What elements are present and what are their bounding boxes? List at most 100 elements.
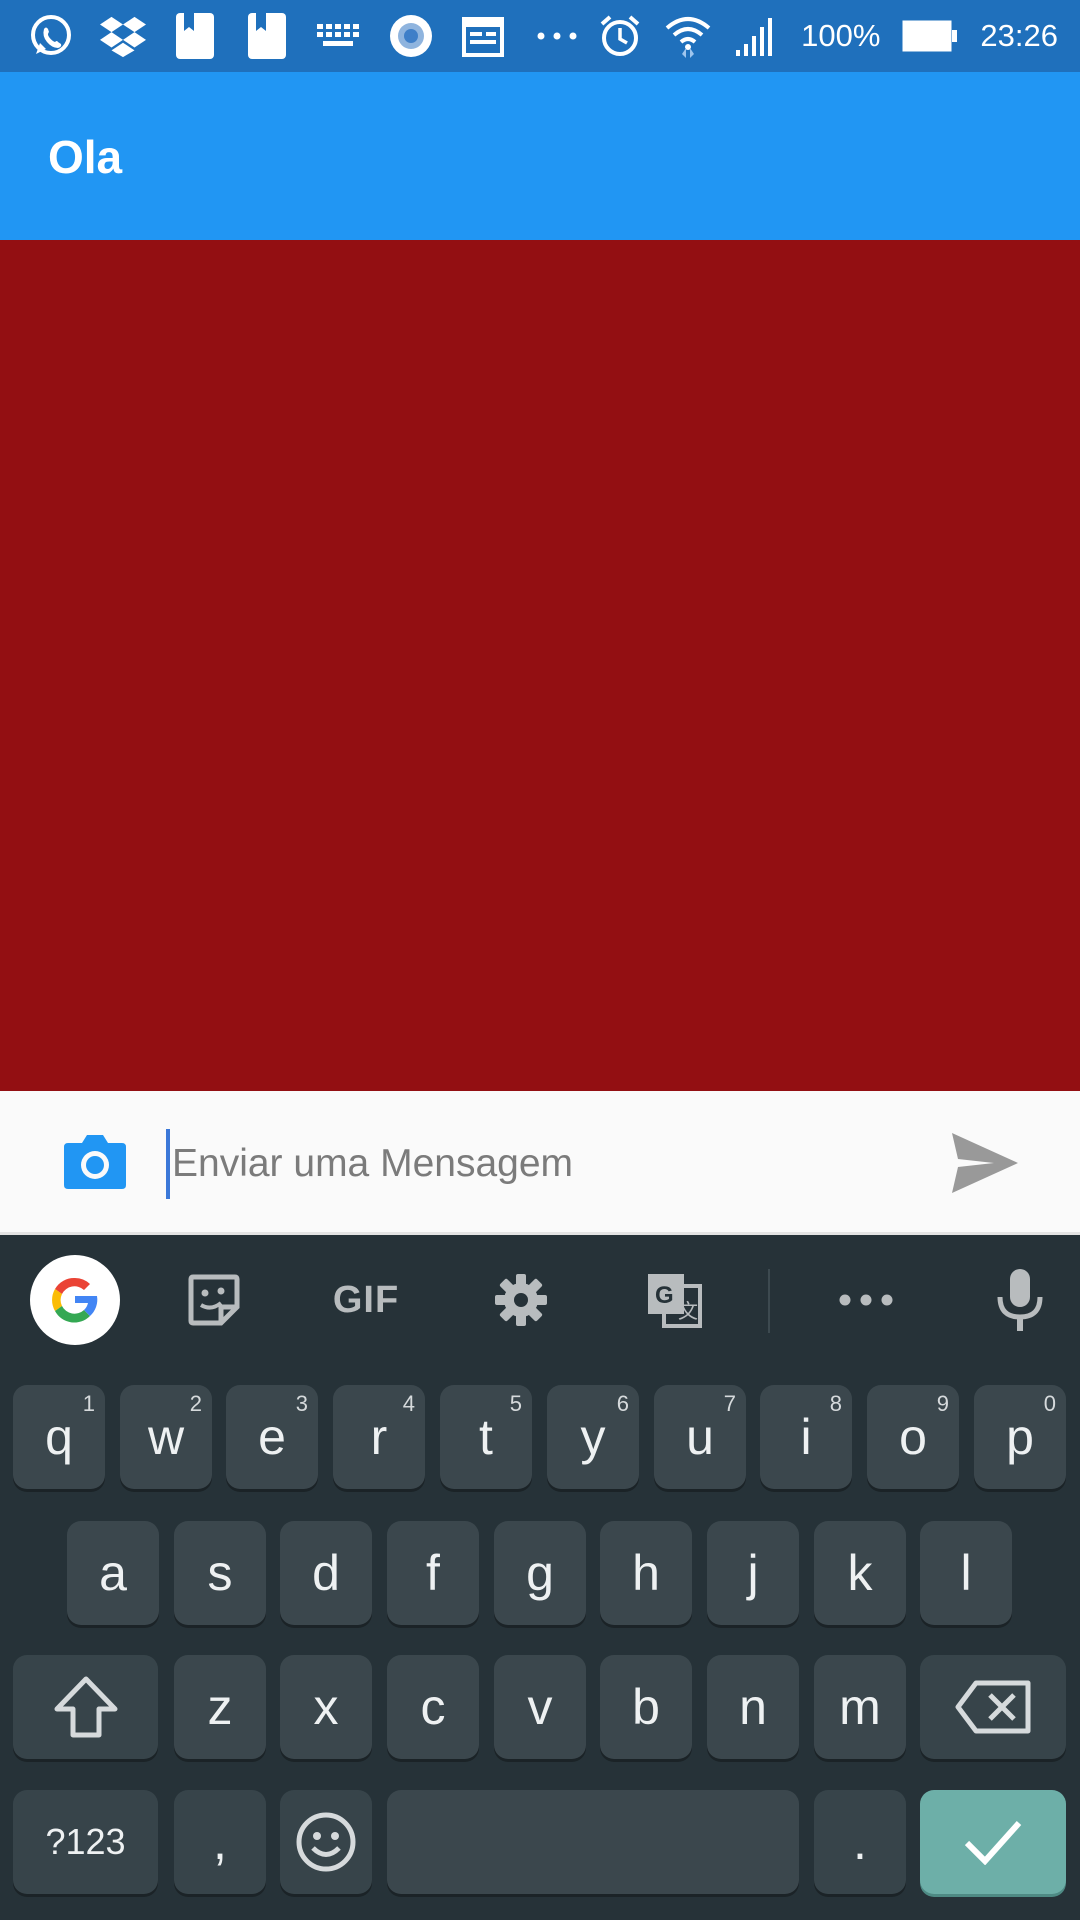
key-h[interactable]: h: [600, 1521, 692, 1625]
key-u[interactable]: u7: [654, 1385, 746, 1489]
key-o[interactable]: o9: [867, 1385, 959, 1489]
signal-icon: [733, 13, 779, 59]
key-label: f: [426, 1545, 440, 1601]
battery-percent: 100%: [801, 18, 881, 53]
key-label: y: [580, 1409, 606, 1465]
alarm-icon: [597, 13, 643, 59]
status-right: 100% 23:26: [597, 0, 1058, 72]
key-p[interactable]: p0: [974, 1385, 1066, 1489]
book-icon: [172, 13, 218, 59]
key-w[interactable]: w2: [120, 1385, 212, 1489]
sticker-button[interactable]: [182, 1259, 246, 1341]
settings-button[interactable]: [490, 1259, 552, 1341]
toolbar-divider: [768, 1269, 770, 1333]
sticker-icon: [188, 1274, 240, 1326]
key-label: r: [370, 1409, 388, 1465]
key-label: p: [1006, 1409, 1034, 1465]
gif-label: GIF: [332, 1278, 400, 1321]
key-label: s: [207, 1545, 233, 1601]
whatsapp-icon: [28, 13, 74, 59]
send-button[interactable]: [950, 1131, 1020, 1195]
message-composer: [0, 1091, 1080, 1235]
app-bar: Ola: [0, 72, 1080, 240]
key-alt-label: 7: [723, 1391, 736, 1416]
key-k[interactable]: k: [814, 1521, 906, 1625]
period-key[interactable]: .: [814, 1790, 906, 1894]
key-label: ,: [213, 1814, 227, 1870]
enter-key[interactable]: [920, 1790, 1066, 1894]
key-label: u: [686, 1409, 714, 1465]
key-label: z: [207, 1679, 233, 1735]
key-label: c: [420, 1679, 446, 1735]
key-s[interactable]: s: [174, 1521, 266, 1625]
battery-icon: [902, 13, 958, 59]
key-z[interactable]: z: [174, 1655, 266, 1759]
key-a[interactable]: a: [67, 1521, 159, 1625]
key-label: k: [847, 1545, 873, 1601]
key-n[interactable]: n: [707, 1655, 799, 1759]
key-alt-label: 3: [295, 1391, 308, 1416]
key-m[interactable]: m: [814, 1655, 906, 1759]
message-input[interactable]: [166, 1129, 906, 1199]
key-x[interactable]: x: [280, 1655, 372, 1759]
key-q[interactable]: q1: [13, 1385, 105, 1489]
voice-input-button[interactable]: [996, 1259, 1044, 1341]
clock: 23:26: [980, 18, 1058, 53]
gif-button[interactable]: GIF: [326, 1259, 406, 1341]
key-alt-label: 6: [616, 1391, 629, 1416]
svg-text:G: G: [655, 1282, 674, 1309]
translate-button[interactable]: G 文: [644, 1259, 704, 1341]
key-label: e: [258, 1409, 286, 1465]
camera-button[interactable]: [64, 1131, 126, 1189]
mic-icon: [997, 1269, 1043, 1331]
keyboard: GIF G 文 q 1 w 2 e 3 r 4 t 5 y 6 u 7 i 8 …: [0, 1235, 1080, 1920]
key-b[interactable]: b: [600, 1655, 692, 1759]
translate-icon: G 文: [648, 1274, 702, 1328]
key-label: d: [312, 1545, 340, 1601]
check-icon: [964, 1820, 1022, 1865]
space-key[interactable]: [387, 1790, 799, 1894]
key-f[interactable]: f: [387, 1521, 479, 1625]
key-r[interactable]: r4: [333, 1385, 425, 1489]
key-label: l: [960, 1545, 972, 1601]
google-search-button[interactable]: [30, 1255, 120, 1345]
key-i[interactable]: i8: [760, 1385, 852, 1489]
key-t[interactable]: t5: [440, 1385, 532, 1489]
symbols-key[interactable]: ?123: [13, 1790, 158, 1894]
key-c[interactable]: c: [387, 1655, 479, 1759]
key-y[interactable]: y6: [547, 1385, 639, 1489]
key-alt-label: 8: [829, 1391, 842, 1416]
key-alt-label: 4: [402, 1391, 415, 1416]
key-label: a: [99, 1545, 127, 1601]
key-v[interactable]: v: [494, 1655, 586, 1759]
key-label: w: [147, 1409, 185, 1465]
book-icon: [244, 13, 290, 59]
key-g[interactable]: g: [494, 1521, 586, 1625]
key-alt-label: 2: [189, 1391, 202, 1416]
wifi-icon: [665, 13, 711, 59]
comma-key[interactable]: ,: [174, 1790, 266, 1894]
key-j[interactable]: j: [707, 1521, 799, 1625]
key-label: q: [45, 1409, 73, 1465]
key-label: b: [632, 1679, 660, 1735]
emoji-key[interactable]: [280, 1790, 372, 1894]
key-label: i: [800, 1409, 812, 1465]
key-alt-label: 9: [936, 1391, 949, 1416]
backspace-key[interactable]: [920, 1655, 1066, 1759]
key-label: g: [526, 1545, 554, 1601]
key-e[interactable]: e3: [226, 1385, 318, 1489]
key-label: x: [313, 1679, 339, 1735]
key-label: o: [899, 1409, 927, 1465]
more-button[interactable]: [836, 1259, 896, 1341]
shift-key[interactable]: [13, 1655, 158, 1759]
key-d[interactable]: d: [280, 1521, 372, 1625]
message-list-area[interactable]: [0, 240, 1080, 1091]
calendar-icon: [460, 13, 506, 59]
settings-icon: [495, 1274, 547, 1326]
send-icon: [952, 1133, 1018, 1193]
backspace-icon: [955, 1680, 1031, 1734]
shift-icon: [54, 1676, 117, 1738]
key-label: n: [739, 1679, 767, 1735]
camera-icon: [64, 1135, 126, 1189]
key-l[interactable]: l: [920, 1521, 1012, 1625]
